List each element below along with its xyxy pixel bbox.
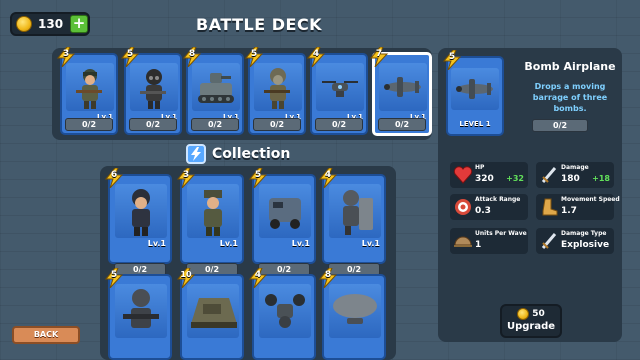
- selected-unit-level: LEVEL 1: [459, 120, 491, 128]
- deck-card-drone[interactable]: Lv.1 0/2 4: [306, 46, 368, 135]
- collection-card-airship[interactable]: 8: [318, 267, 386, 360]
- collection-card-quad-drone[interactable]: 4: [248, 267, 316, 360]
- energy-cost-icon: 5: [248, 167, 268, 189]
- card-progress: 0/2: [253, 118, 301, 131]
- energy-cost-icon: 5: [442, 49, 462, 71]
- energy-cost-icon: 5: [244, 46, 264, 68]
- coin-icon: [16, 16, 32, 32]
- deck-card-gas-mask-trooper[interactable]: Lv.1 0/2 5: [244, 46, 306, 135]
- energy-cost-icon: 8: [182, 46, 202, 68]
- cards-icon: [186, 144, 206, 164]
- energy-cost-icon: 4: [306, 46, 326, 68]
- card-level: Lv.1: [147, 239, 166, 248]
- collection-card-helmet-soldier[interactable]: Lv.1 0/2 6: [104, 167, 172, 276]
- deck-card-gas-soldier[interactable]: Lv.1 0/2 5: [120, 46, 182, 135]
- heavy-gunner-portrait: [115, 284, 167, 338]
- collection-card-officer[interactable]: Lv.1 0/2 3: [176, 167, 244, 276]
- collection-header: Collection: [186, 144, 290, 164]
- target-icon: [453, 197, 473, 217]
- card-progress: 0/2: [65, 118, 113, 131]
- stat-damage: Damage 180 +18: [536, 162, 614, 188]
- energy-cost-icon: 6: [104, 167, 124, 189]
- collection-card-armored-car[interactable]: Lv.1 0/2 5: [248, 167, 316, 276]
- shield-knight-portrait: [329, 184, 381, 238]
- collection-title: Collection: [212, 146, 291, 162]
- tank-portrait: [192, 63, 240, 111]
- card-progress: 0/2: [378, 118, 426, 131]
- energy-cost-icon: 4: [318, 167, 338, 189]
- heart-icon: [453, 165, 473, 185]
- add-coins-button[interactable]: +: [70, 15, 88, 33]
- card-progress: 0/2: [129, 118, 177, 131]
- selected-unit-description: Drops a moving barrage of three bombs.: [532, 82, 608, 113]
- deck-card-bomb-airplane[interactable]: Lv.1 0/2 7: [369, 46, 432, 136]
- unit-info-panel: LEVEL 1 5 Bomb Airplane Drops a moving b…: [438, 48, 622, 342]
- energy-cost-icon: 3: [56, 46, 76, 68]
- collection-card-heavy-tank[interactable]: 10: [176, 267, 244, 360]
- drone-portrait: [316, 63, 364, 111]
- airship-portrait: [329, 284, 381, 338]
- officer-portrait: [187, 184, 239, 238]
- energy-cost-icon: 4: [248, 267, 268, 289]
- card-progress: 0/2: [315, 118, 363, 131]
- energy-cost-icon: 5: [104, 267, 124, 289]
- energy-cost-icon: 8: [318, 267, 338, 289]
- quad-drone-portrait: [259, 284, 311, 338]
- helmet-soldier-portrait: [115, 184, 167, 238]
- card-progress: 0/2: [191, 118, 239, 131]
- coin-icon: [517, 308, 530, 320]
- battle-deck-title: BATTLE DECK: [196, 15, 323, 34]
- gas-soldier-portrait: [130, 63, 178, 111]
- selected-unit-progress: 0/2: [532, 119, 588, 132]
- helmet-icon: [453, 231, 473, 251]
- rifleman-portrait: [66, 63, 114, 111]
- deck-card-rifleman[interactable]: Lv.1 0/2 3: [56, 46, 118, 135]
- stat-movement-speed: Movement Speed 1.7: [536, 194, 620, 220]
- back-button[interactable]: BACK: [12, 326, 80, 344]
- card-level: Lv.1: [291, 239, 310, 248]
- sword-icon: [539, 231, 559, 251]
- energy-cost-icon: 7: [369, 46, 389, 68]
- energy-cost-icon: 10: [176, 267, 196, 289]
- armored-car-portrait: [259, 184, 311, 238]
- upgrade-button[interactable]: 50 Upgrade: [500, 304, 562, 338]
- boot-icon: [539, 197, 559, 217]
- energy-cost-icon: 3: [176, 167, 196, 189]
- deck-card-tank[interactable]: Lv.1 0/2 8: [182, 46, 244, 135]
- collection-card-heavy-gunner[interactable]: 5: [104, 267, 172, 360]
- energy-cost-icon: 5: [120, 46, 140, 68]
- card-level: Lv.1: [361, 239, 380, 248]
- bomb-airplane-portrait: [451, 68, 499, 110]
- stat-damage-type: Damage Type Explosive: [536, 228, 614, 254]
- upgrade-label: Upgrade: [506, 321, 556, 332]
- gas-mask-trooper-portrait: [254, 63, 302, 111]
- coin-amount: 130: [38, 17, 64, 31]
- stat-units-per-wave: Units Per Wave 1: [450, 228, 528, 254]
- sword-icon: [539, 165, 559, 185]
- stat-hp: HP 320 +32: [450, 162, 528, 188]
- card-level: Lv.1: [219, 239, 238, 248]
- upgrade-cost: 50: [502, 308, 560, 320]
- selected-unit-card: LEVEL 1 5: [442, 49, 504, 136]
- bomb-airplane-portrait: [379, 63, 427, 111]
- stat-attack-range: Attack Range 0.3: [450, 194, 528, 220]
- coin-counter: 130 +: [10, 12, 90, 36]
- heavy-tank-portrait: [187, 284, 239, 338]
- collection-card-shield-knight[interactable]: Lv.1 0/2 4: [318, 167, 386, 276]
- selected-unit-name: Bomb Airplane: [524, 60, 616, 73]
